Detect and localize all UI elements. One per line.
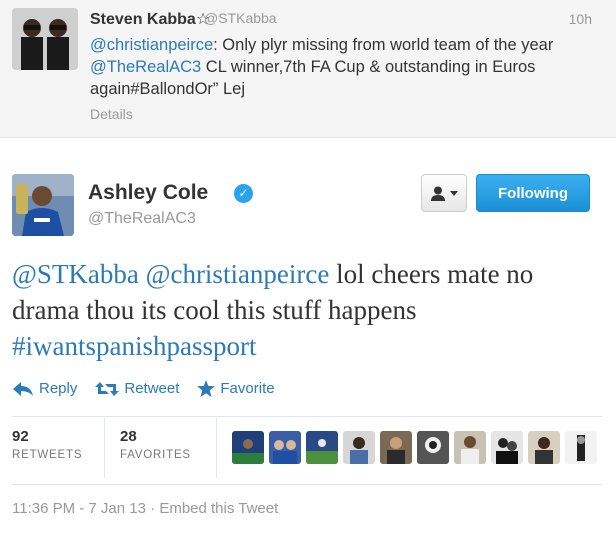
favoriter-avatar[interactable]: [343, 431, 375, 464]
retweets-stat[interactable]: 92 RETWEETS: [12, 428, 82, 461]
footer-separator: ·: [150, 500, 156, 517]
tweet-timestamp[interactable]: 11:36 PM - 7 Jan 13: [12, 500, 146, 517]
favoriter-avatar[interactable]: [380, 431, 412, 464]
favoriter-avatar[interactable]: [565, 431, 597, 464]
divider-top: [12, 416, 602, 417]
favoriter-avatar[interactable]: [232, 431, 264, 464]
retweets-count: 92: [12, 428, 29, 445]
tweet-actions: Reply Retweet Favorite: [12, 380, 275, 397]
user-actions-dropdown[interactable]: [421, 174, 467, 212]
caret-down-icon: [450, 190, 458, 196]
favorites-label: FAVORITES: [120, 449, 191, 461]
parent-text-part-1: : Only plyr missing from world team of t…: [213, 36, 554, 54]
reply-icon: [13, 381, 33, 396]
favorite-button[interactable]: Favorite: [197, 380, 275, 397]
tweet-footer: 11:36 PM - 7 Jan 13 · Embed this Tweet: [12, 500, 278, 517]
reply-button[interactable]: Reply: [12, 380, 77, 397]
mention-link-stkabba[interactable]: @STKabba: [12, 259, 139, 289]
retweet-label: Retweet: [124, 380, 180, 397]
stats-separator-2: [216, 418, 217, 478]
verified-badge-icon: ✓: [234, 184, 253, 203]
parent-author-name[interactable]: Steven Kabba☆: [90, 9, 210, 29]
stats-separator: [104, 418, 105, 478]
favoriter-avatar[interactable]: [528, 431, 560, 464]
embed-tweet-link[interactable]: Embed this Tweet: [159, 500, 278, 517]
favorites-count: 28: [120, 428, 137, 445]
star-icon: [197, 380, 216, 397]
retweets-label: RETWEETS: [12, 449, 83, 461]
favoriters-avatars: [232, 431, 597, 464]
following-button[interactable]: Following: [476, 174, 590, 212]
reply-label: Reply: [39, 380, 78, 397]
author-name[interactable]: Ashley Cole: [88, 181, 208, 205]
parent-avatar[interactable]: [12, 8, 78, 70]
favoriter-avatar[interactable]: [269, 431, 301, 464]
favorites-stat[interactable]: 28 FAVORITES: [120, 428, 191, 461]
retweet-icon: [95, 381, 120, 396]
parent-details-link[interactable]: Details: [90, 106, 133, 122]
tweet-text: @STKabba @christianpeirce lol cheers mat…: [12, 256, 602, 364]
parent-author-handle[interactable]: @STKabba: [204, 10, 277, 26]
parent-tweet-text: @christianpeirce: Only plyr missing from…: [90, 34, 590, 100]
retweet-button[interactable]: Retweet: [95, 380, 179, 397]
favoriter-avatar[interactable]: [417, 431, 449, 464]
mention-link-christianpeirce[interactable]: @christianpeirce: [146, 259, 330, 289]
author-avatar[interactable]: [12, 174, 74, 236]
favorite-label: Favorite: [220, 380, 275, 397]
parent-tweet[interactable]: Steven Kabba☆ @STKabba 10h @christianpei…: [0, 0, 616, 138]
hashtag-link[interactable]: #iwantspanishpassport: [12, 331, 256, 361]
favoriter-avatar[interactable]: [491, 431, 523, 464]
favoriter-avatar[interactable]: [306, 431, 338, 464]
parent-mention-link[interactable]: @christianpeirce: [90, 36, 213, 54]
author-handle[interactable]: @TheRealAC3: [88, 210, 196, 228]
user-icon: [431, 186, 445, 201]
divider-bottom: [12, 484, 602, 485]
favoriter-avatar[interactable]: [454, 431, 486, 464]
parent-mention-link-2[interactable]: @TheRealAC3: [90, 58, 201, 76]
parent-timestamp[interactable]: 10h: [569, 11, 592, 27]
